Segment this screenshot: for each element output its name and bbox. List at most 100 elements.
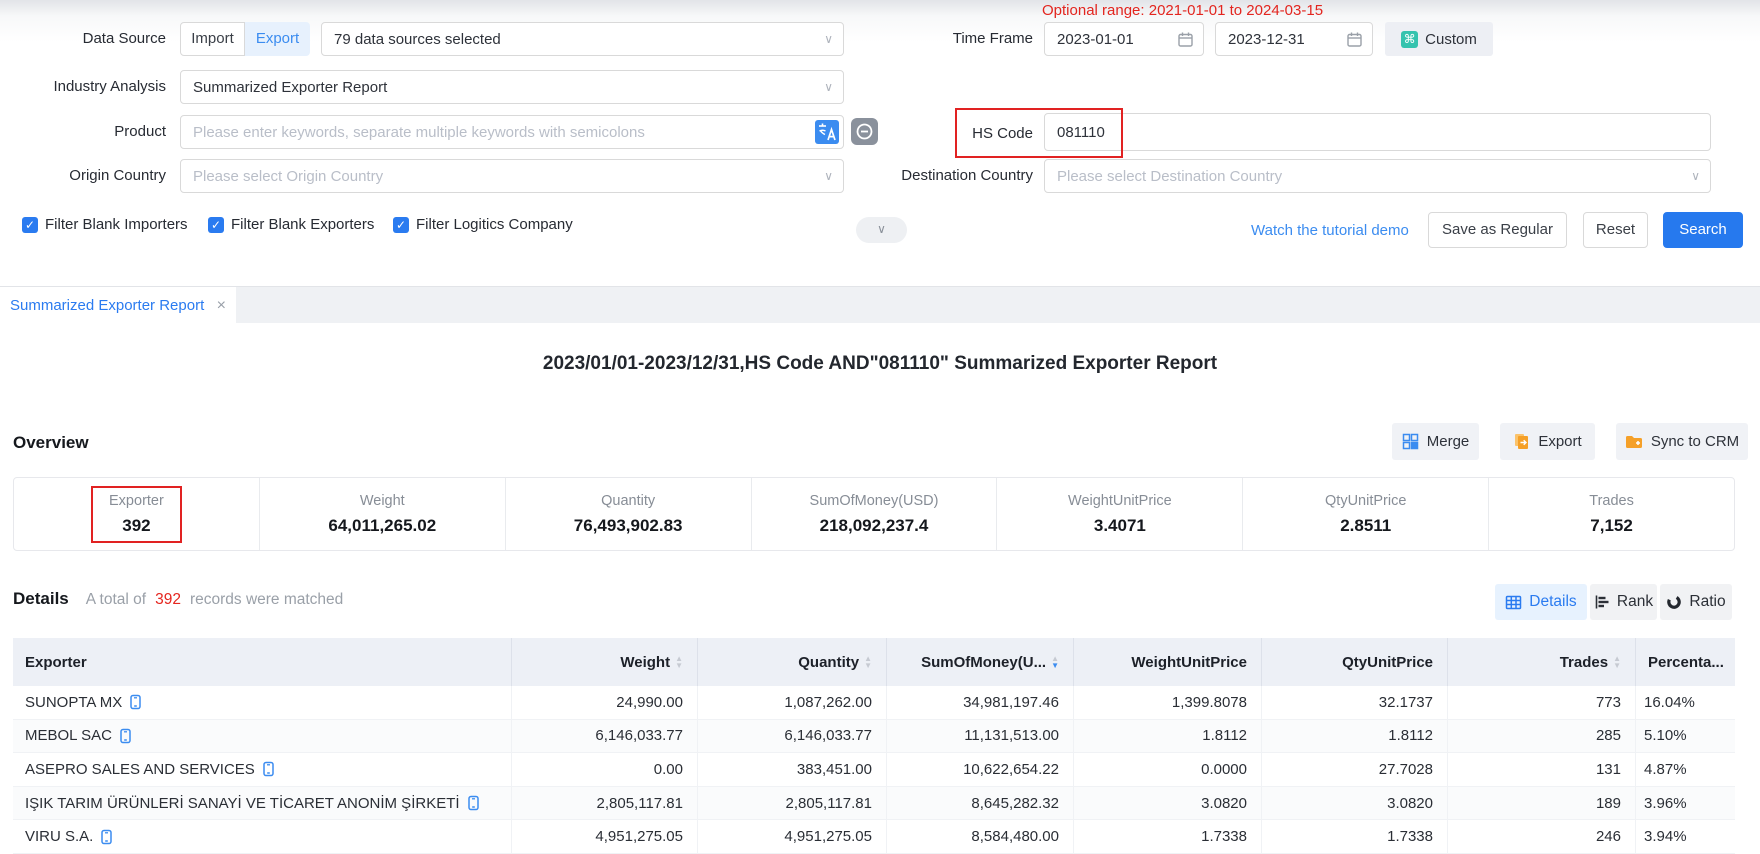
filter-checkbox[interactable]: ✓ Filter Blank Exporters <box>208 216 374 233</box>
stat-value: 392 <box>122 516 150 536</box>
data-sources-select[interactable]: 79 data sources selected ∨ <box>321 22 844 56</box>
contact-icon[interactable] <box>119 728 132 744</box>
import-toggle-button[interactable]: Import <box>180 22 245 56</box>
view-rank-button[interactable]: Rank <box>1590 584 1657 620</box>
export-toggle-button[interactable]: Export <box>245 22 310 56</box>
exporter-name[interactable]: ASEPRO SALES AND SERVICES <box>25 761 255 778</box>
overview-stat: WeightUnitPrice 3.4071 <box>997 478 1243 550</box>
close-icon[interactable]: × <box>217 297 226 315</box>
destination-country-label: Destination Country <box>850 159 1033 193</box>
industry-analysis-select[interactable]: Summarized Exporter Report ∨ <box>180 70 844 104</box>
exporter-cell: ASEPRO SALES AND SERVICES <box>13 753 512 786</box>
contact-icon[interactable] <box>100 829 113 845</box>
view-ratio-label: Ratio <box>1689 593 1725 611</box>
sort-control[interactable]: ▲ ▼ <box>675 655 683 669</box>
origin-country-select[interactable]: Please select Origin Country ∨ <box>180 159 844 193</box>
data-sources-value: 79 data sources selected <box>334 31 501 48</box>
checkbox-check-icon[interactable]: ✓ <box>208 217 224 233</box>
export-button[interactable]: Export <box>1500 423 1595 460</box>
merge-button[interactable]: Merge <box>1392 423 1479 460</box>
cell: 24,990.00 <box>512 686 698 719</box>
chevron-down-icon: ∨ <box>824 23 833 55</box>
cell: 32.1737 <box>1262 686 1448 719</box>
column-label: Exporter <box>25 654 87 671</box>
exporter-name[interactable]: IŞIK TARIM ÜRÜNLERİ SANAYİ VE TİCARET AN… <box>25 795 460 812</box>
view-rank-label: Rank <box>1617 593 1653 611</box>
stat-value: 2.8511 <box>1340 516 1391 536</box>
stat-value: 64,011,265.02 <box>328 516 436 536</box>
contact-icon[interactable] <box>129 694 142 710</box>
sort-control[interactable]: ▲ ▼ <box>1613 655 1621 669</box>
tutorial-link[interactable]: Watch the tutorial demo <box>1251 222 1409 239</box>
exclude-keywords-icon[interactable] <box>851 118 878 145</box>
exporter-cell: IŞIK TARIM ÜRÜNLERİ SANAYİ VE TİCARET AN… <box>13 787 512 820</box>
details-heading: Details <box>13 589 69 609</box>
table-row: SUNOPTA MX 24,990.001,087,262.0034,981,1… <box>13 686 1735 720</box>
hs-code-value: 081110 <box>1057 124 1105 141</box>
table-column-header[interactable]: Trades ▲ ▼ <box>1448 638 1636 686</box>
stat-value: 7,152 <box>1590 516 1633 536</box>
sort-caret-down-icon[interactable]: ▼ <box>1613 662 1621 669</box>
custom-range-button[interactable]: ⌘ Custom <box>1385 22 1493 56</box>
tab-label: Summarized Exporter Report <box>10 297 211 314</box>
overview-stat: SumOfMoney(USD) 218,092,237.4 <box>752 478 998 550</box>
start-date-input[interactable]: 2023-01-01 <box>1044 22 1204 56</box>
report-content: 2023/01/01-2023/12/31,HS Code AND"081110… <box>0 323 1760 849</box>
filter-checkbox[interactable]: ✓ Filter Logitics Company <box>393 216 573 233</box>
end-date-input[interactable]: 2023-12-31 <box>1215 22 1373 56</box>
cell: 27.7028 <box>1262 753 1448 786</box>
translate-icon[interactable] <box>815 120 839 144</box>
view-details-button[interactable]: Details <box>1495 584 1587 620</box>
cell: 773 <box>1448 686 1636 719</box>
destination-country-select[interactable]: Please select Destination Country ∨ <box>1044 159 1711 193</box>
sync-to-crm-label: Sync to CRM <box>1651 433 1739 450</box>
sort-control[interactable]: ▲ ▼ <box>1051 655 1059 669</box>
table-column-header[interactable]: Percenta... <box>1636 638 1735 686</box>
exporter-name[interactable]: MEBOL SAC <box>25 727 112 744</box>
matched-count: 392 <box>155 591 181 609</box>
cell: 2,805,117.81 <box>512 787 698 820</box>
checkbox-check-icon[interactable]: ✓ <box>393 217 409 233</box>
exporter-name[interactable]: VIRU S.A. <box>25 828 93 845</box>
table-column-header[interactable]: QtyUnitPrice <box>1262 638 1448 686</box>
cell: 3.0820 <box>1262 787 1448 820</box>
hs-code-input[interactable]: 081110 <box>1044 113 1711 151</box>
cell: 1.8112 <box>1262 720 1448 753</box>
column-label: Trades <box>1560 654 1608 671</box>
export-label: Export <box>1538 433 1581 450</box>
tab-summarized-exporter-report[interactable]: Summarized Exporter Report × <box>0 287 236 324</box>
stat-label: QtyUnitPrice <box>1325 493 1406 509</box>
table-column-header[interactable]: WeightUnitPrice <box>1074 638 1262 686</box>
table-column-header[interactable]: SumOfMoney(U... ▲ ▼ <box>887 638 1074 686</box>
sort-control[interactable]: ▲ ▼ <box>864 655 872 669</box>
cell: 5.10% <box>1636 720 1735 753</box>
table-column-header[interactable]: Quantity ▲ ▼ <box>698 638 887 686</box>
contact-icon[interactable] <box>467 795 480 811</box>
save-as-regular-button[interactable]: Save as Regular <box>1428 212 1567 248</box>
view-ratio-button[interactable]: Ratio <box>1660 584 1732 620</box>
exporter-name[interactable]: SUNOPTA MX <box>25 694 122 711</box>
table-column-header[interactable]: Exporter <box>13 638 512 686</box>
cell: 1.8112 <box>1074 720 1262 753</box>
data-source-label: Data Source <box>0 22 166 56</box>
collapse-filters-button[interactable]: ∨ <box>856 217 907 243</box>
sort-caret-down-icon[interactable]: ▼ <box>1051 662 1059 669</box>
product-keywords-input[interactable] <box>180 115 844 149</box>
origin-country-label: Origin Country <box>0 159 166 193</box>
sort-caret-down-icon[interactable]: ▼ <box>675 662 683 669</box>
table-column-header[interactable]: Weight ▲ ▼ <box>512 638 698 686</box>
rank-chart-icon <box>1594 594 1610 610</box>
search-button[interactable]: Search <box>1663 212 1743 248</box>
checkbox-check-icon[interactable]: ✓ <box>22 217 38 233</box>
sort-caret-down-icon[interactable]: ▼ <box>864 662 872 669</box>
contact-icon[interactable] <box>262 761 275 777</box>
matched-prefix: A total of <box>86 591 146 609</box>
filter-checkbox[interactable]: ✓ Filter Blank Importers <box>22 216 188 233</box>
cell: 8,645,282.32 <box>887 787 1074 820</box>
filter-panel: Optional range: 2021-01-01 to 2024-03-15… <box>0 0 1760 286</box>
reset-button[interactable]: Reset <box>1583 212 1648 248</box>
sync-to-crm-button[interactable]: Sync to CRM <box>1616 423 1748 460</box>
cell: 6,146,033.77 <box>512 720 698 753</box>
table-row: ASEPRO SALES AND SERVICES 0.00383,451.00… <box>13 753 1735 787</box>
destination-country-placeholder: Please select Destination Country <box>1057 168 1282 185</box>
